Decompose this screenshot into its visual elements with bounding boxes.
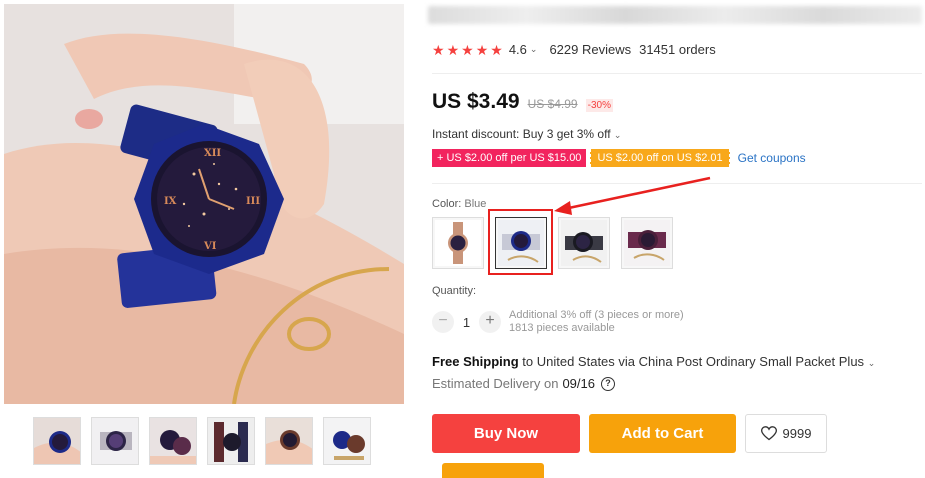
thumbnail-3[interactable] [149,417,197,465]
color-swatch-rose-gold[interactable] [432,217,484,269]
heart-icon [760,426,777,441]
svg-text:XII: XII [204,148,221,159]
stock-available: 1813 pieces available [509,322,615,334]
svg-text:III: III [246,196,260,207]
thumbnail-4[interactable] [207,417,255,465]
star-icon: ★ [461,41,474,58]
thumbnail-strip [33,417,371,465]
delivery-label: Estimated Delivery on [432,376,559,391]
thumbnail-5[interactable] [265,417,313,465]
product-title-blurred [428,6,922,24]
svg-text:IX: IX [164,196,177,207]
orders-count: 31451 orders [639,42,716,57]
chevron-down-icon: ⌄ [867,358,876,368]
delivery-date: 09/16 [562,376,595,391]
price-row: US $3.49 US $4.99 -30% [432,90,613,114]
quantity-label: Quantity: [432,285,477,297]
quantity-notes: Additional 3% off (3 pieces or more) 181… [509,309,684,335]
instant-discount[interactable]: Instant discount: Buy 3 get 3% off ⌄ [432,127,621,141]
wishlist-count: 9999 [782,426,812,441]
svg-text:VI: VI [203,241,217,252]
thumbnail-2[interactable] [91,417,139,465]
wishlist-button[interactable]: 9999 [745,414,827,453]
bulk-discount-note: Additional 3% off (3 pieces or more) [509,309,684,321]
star-rating: ★ ★ ★ ★ ★ [432,43,503,57]
color-swatch-purple[interactable] [621,217,673,269]
coupon-row: + US $2.00 off per US $15.00 US $2.00 of… [432,149,806,167]
color-value: Blue [464,198,487,210]
thumbnail-1[interactable] [33,417,81,465]
star-icon: ★ [432,41,445,58]
quantity-stepper: − 1 + Additional 3% off (3 pieces or mor… [432,309,684,335]
star-icon: ★ [475,41,489,58]
star-icon: ★ [490,41,503,58]
question-icon[interactable]: ? [601,376,615,391]
rating-value[interactable]: 4.6 [509,42,527,57]
minus-icon[interactable]: − [432,311,454,333]
thumbnail-6[interactable] [323,417,371,465]
rating-row: ★ ★ ★ ★ ★ 4.6 ⌄ 6229 Reviews 31451 order… [432,42,716,57]
annotation-arrow-icon [554,176,711,215]
color-swatch-black[interactable] [558,217,610,269]
get-coupons-link[interactable]: Get coupons [738,151,806,165]
add-to-cart-button[interactable]: Add to Cart [589,414,736,453]
chevron-down-icon[interactable]: ⌄ [530,44,538,55]
estimated-delivery: Estimated Delivery on 09/16 ? [432,376,615,391]
original-price: US $4.99 [527,97,578,111]
color-label: Color: Blue [432,198,486,210]
free-shipping-label: Free Shipping [432,354,519,369]
annotation-highlight-box [488,209,553,275]
shipping-info[interactable]: Free Shipping to United States via China… [432,354,875,369]
plus-icon[interactable]: + [479,311,501,333]
partial-button[interactable] [442,463,544,478]
main-product-image[interactable]: XII III VI IX [4,4,404,404]
color-label-text: Color: [432,198,462,210]
star-icon: ★ [446,41,460,58]
quantity-value[interactable]: 1 [454,315,479,330]
shipping-method: to United States via China Post Ordinary… [518,354,865,369]
discount-badge: -30% [585,99,613,112]
buy-now-button[interactable]: Buy Now [432,414,580,453]
current-price: US $3.49 [432,90,520,113]
divider [432,73,922,74]
instant-discount-text: Instant discount: Buy 3 get 3% off [432,127,611,141]
coupon-badge-select[interactable]: US $2.00 off on US $2.01 [590,149,730,167]
chevron-down-icon: ⌄ [613,130,622,140]
reviews-link[interactable]: 6229 Reviews [549,42,631,57]
coupon-badge-store[interactable]: + US $2.00 off per US $15.00 [432,149,587,167]
